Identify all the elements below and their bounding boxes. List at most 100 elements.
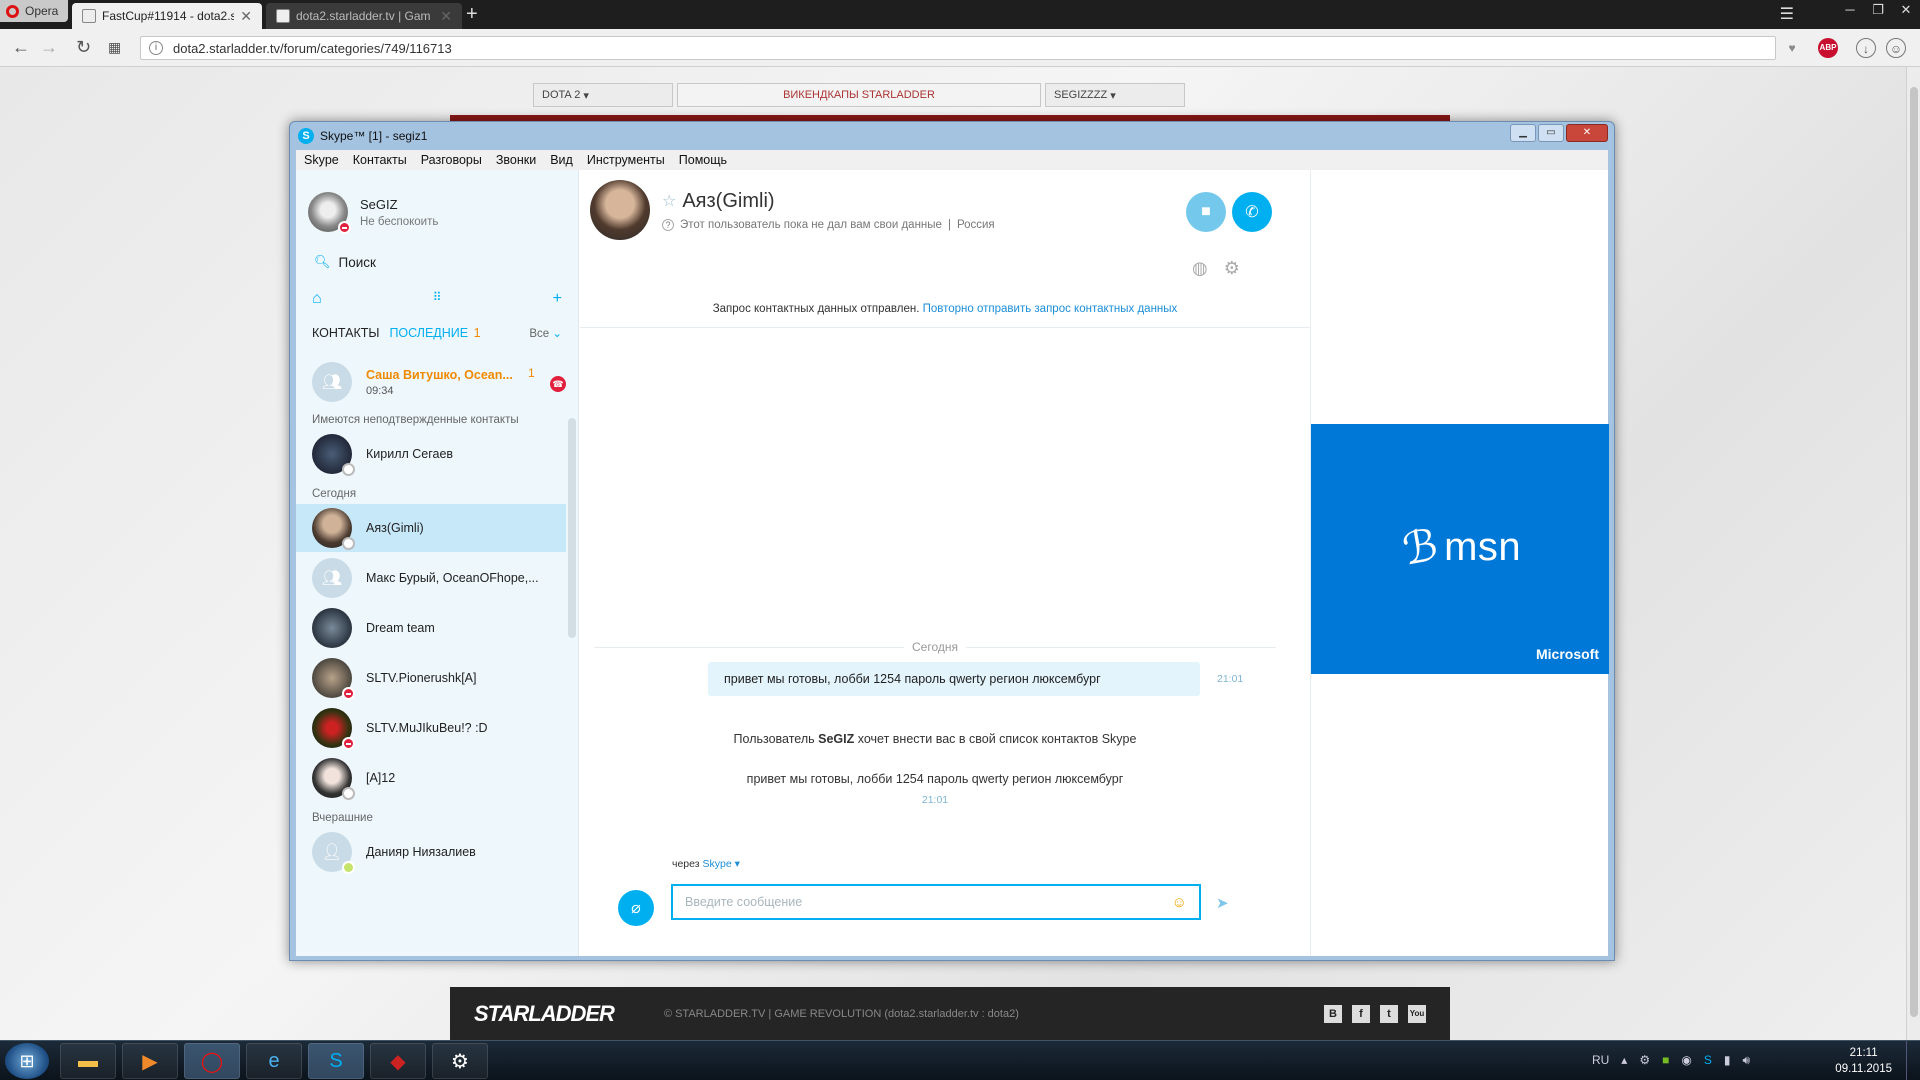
opera-menu-label: Opera <box>25 4 59 18</box>
show-desktop-button[interactable] <box>1906 1041 1920 1080</box>
gear-icon[interactable]: ⚙ <box>1224 258 1240 279</box>
list-item[interactable]: Dream team <box>296 604 566 652</box>
minimize-button[interactable]: ─ <box>1836 0 1864 22</box>
user-menu[interactable]: SEGIZZZZ ▾ <box>1045 83 1185 107</box>
list-item[interactable]: SLTV.MuJIkuBeu!? :D <box>296 704 566 752</box>
taskbar-skype[interactable]: S <box>308 1043 364 1079</box>
search-box[interactable]: 🔍︎ Поиск <box>314 254 376 270</box>
recent-count-badge: 1 <box>473 326 481 340</box>
skype-minimize-button[interactable]: ▁ <box>1510 124 1536 142</box>
nvidia-tray-icon[interactable]: ■ <box>1662 1053 1669 1068</box>
browser-tab-active[interactable]: FastCup#11914 - dota2.sta ✕ <box>72 3 262 29</box>
site-banner-link[interactable]: ВИКЕНДКАПЫ STARLADDER <box>677 83 1041 107</box>
send-icon[interactable]: ➤ <box>1216 894 1229 912</box>
close-button[interactable]: ✕ <box>1892 0 1920 22</box>
attach-button[interactable]: ⌀ <box>618 890 654 926</box>
list-item[interactable]: 👥︎ Макс Бурый, OceanOFhope,... <box>296 554 566 602</box>
steam-tray-icon[interactable]: ⚙ <box>1639 1053 1650 1068</box>
forward-icon[interactable]: → <box>40 37 58 57</box>
contact-avatar[interactable] <box>590 180 650 240</box>
tray-expand-icon[interactable]: ▴ <box>1621 1053 1627 1068</box>
page-scrollbar-thumb[interactable] <box>1910 87 1918 1017</box>
facebook-icon[interactable]: f <box>1352 1004 1370 1023</box>
taskbar-media-player[interactable]: ▶ <box>122 1043 178 1079</box>
avatar <box>312 434 355 476</box>
back-icon[interactable]: ← <box>12 37 30 57</box>
start-button[interactable]: ⊞ <box>5 1043 49 1079</box>
dialpad-icon[interactable]: ⠿ <box>433 290 442 308</box>
volume-icon[interactable]: 🔊︎ <box>1742 1053 1750 1068</box>
taskbar-steam[interactable]: ⚙ <box>432 1043 488 1079</box>
menu-conversations[interactable]: Разговоры <box>421 153 482 167</box>
contact-name: Dream team <box>366 621 435 635</box>
list-item[interactable]: Кирилл Сегаев <box>296 430 566 478</box>
tab-menu-icon[interactable]: ☰ <box>1780 4 1794 24</box>
new-tab-button[interactable]: + <box>466 4 478 24</box>
message-input[interactable] <box>685 895 1172 909</box>
sidebar-scrollbar[interactable] <box>568 418 576 638</box>
profile-card[interactable]: SeGIZ Не беспокоить <box>308 192 438 234</box>
account-icon[interactable]: ☺ <box>1886 38 1906 58</box>
audio-call-button[interactable]: ✆ <box>1232 192 1272 232</box>
resend-request-link[interactable]: Повторно отправить запрос контактных дан… <box>923 303 1178 315</box>
list-item[interactable]: [A]12 <box>296 754 566 802</box>
taskbar-opera[interactable]: ◯ <box>184 1043 240 1079</box>
menu-help[interactable]: Помощь <box>679 153 727 167</box>
opera-menu-button[interactable]: Opera <box>0 0 68 22</box>
add-icon[interactable]: + <box>553 290 562 308</box>
site-info-icon[interactable]: i <box>149 41 163 55</box>
game-select[interactable]: DOTA 2 ▾ <box>533 83 673 107</box>
youtube-icon[interactable]: You <box>1408 1004 1426 1023</box>
taskbar-explorer[interactable]: ▬ <box>60 1043 116 1079</box>
list-item-unread-group[interactable]: 👥︎ Саша Витушко, Ocean... 09:34 1 ☎ <box>296 358 566 406</box>
list-item[interactable]: SLTV.Pionerushk[A] <box>296 654 566 702</box>
network-icon[interactable]: ▮ <box>1724 1053 1731 1068</box>
favorite-star-icon[interactable]: ☆ <box>662 191 676 211</box>
message-bubble[interactable]: привет мы готовы, лобби 1254 пароль qwer… <box>708 662 1200 696</box>
filter-dropdown[interactable]: Все ⌄ <box>529 326 562 340</box>
avatar <box>312 758 355 800</box>
reload-icon[interactable]: ↻ <box>76 37 91 57</box>
globe-icon[interactable]: ◍ <box>1192 258 1208 279</box>
language-indicator[interactable]: RU <box>1592 1053 1609 1068</box>
tab-close-icon[interactable]: ✕ <box>240 8 252 25</box>
message-input-box: ☺ <box>671 884 1201 920</box>
menu-skype[interactable]: Skype <box>304 153 339 167</box>
msn-ad-banner[interactable]: ℬ msn Microsoft <box>1311 424 1609 674</box>
taskbar-clock[interactable]: 21:11 09.11.2015 <box>1835 1045 1892 1077</box>
tab-recent[interactable]: ПОСЛЕДНИЕ 1 <box>389 326 480 340</box>
taskbar-dota2[interactable]: ◆ <box>370 1043 426 1079</box>
menu-calls[interactable]: Звонки <box>496 153 536 167</box>
system-message-user: SeGIZ <box>818 732 855 746</box>
speed-dial-icon[interactable]: ▦ <box>108 37 121 57</box>
list-item[interactable]: 👤︎ Данияр Ниязалиев <box>296 828 566 876</box>
browser-window-controls: ─ ❐ ✕ <box>1836 0 1920 22</box>
emoticon-icon[interactable]: ☺ <box>1172 894 1187 911</box>
skype-maximize-button[interactable]: ▭ <box>1538 124 1564 142</box>
vk-icon[interactable]: B <box>1324 1004 1342 1023</box>
tab-contacts[interactable]: КОНТАКТЫ <box>312 326 379 340</box>
taskbar-ie[interactable]: e <box>246 1043 302 1079</box>
page-scrollbar[interactable] <box>1906 67 1920 1040</box>
contact-info: ? Этот пользователь пока не дал вам свои… <box>662 218 995 231</box>
home-icon[interactable]: ⌂ <box>312 290 322 308</box>
twitter-icon[interactable]: t <box>1380 1004 1398 1023</box>
menu-view[interactable]: Вид <box>550 153 573 167</box>
video-call-button[interactable]: ■ <box>1186 192 1226 232</box>
skype-tray-icon[interactable]: S <box>1704 1053 1712 1068</box>
list-item-selected[interactable]: Аяз(Gimli) <box>296 504 566 552</box>
skype-close-button[interactable]: ✕ <box>1566 124 1608 142</box>
maximize-button[interactable]: ❐ <box>1864 0 1892 22</box>
menu-contacts[interactable]: Контакты <box>353 153 407 167</box>
chrome-tray-icon[interactable]: ◉ <box>1681 1053 1691 1068</box>
url-field[interactable]: i dota2.starladder.tv/forum/categories/7… <box>140 36 1776 60</box>
browser-tab[interactable]: dota2.starladder.tv | Gam ✕ <box>266 3 462 29</box>
bookmark-heart-icon[interactable]: ♥ <box>1782 38 1802 58</box>
send-via-selector[interactable]: через Skype ▾ <box>672 858 740 870</box>
profile-status[interactable]: Не беспокоить <box>360 216 438 228</box>
request-message-time: 21:01 <box>921 794 949 806</box>
tab-close-icon[interactable]: ✕ <box>440 8 452 25</box>
download-icon[interactable]: ↓ <box>1856 38 1876 58</box>
menu-tools[interactable]: Инструменты <box>587 153 665 167</box>
adblock-icon[interactable]: ABP <box>1818 38 1838 58</box>
